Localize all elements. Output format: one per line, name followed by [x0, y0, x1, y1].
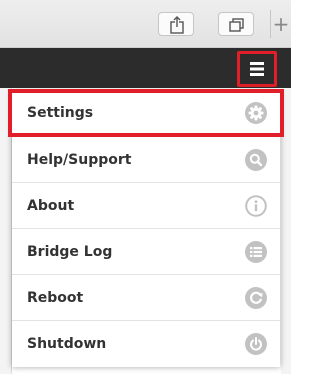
menu-item-label: Settings: [27, 105, 94, 121]
hamburger-menu-icon: [250, 62, 264, 76]
menu-item-shutdown[interactable]: Shutdown: [12, 321, 280, 367]
tabs-icon: [229, 18, 244, 32]
power-icon: [245, 333, 267, 355]
menu-item-settings[interactable]: Settings: [8, 89, 284, 137]
menu-item-help-support[interactable]: Help/Support: [12, 137, 280, 183]
menu-item-label: About: [27, 198, 75, 214]
dropdown-menu: Settings Help/Support About Bridge Log R…: [8, 89, 284, 367]
tabs-button[interactable]: [218, 12, 254, 36]
menu-item-reboot[interactable]: Reboot: [12, 275, 280, 321]
menu-item-label: Help/Support: [27, 152, 132, 168]
new-tab-button[interactable]: +: [270, 10, 291, 38]
share-button[interactable]: [158, 12, 194, 36]
browser-toolbar: +: [0, 0, 291, 48]
list-icon: [245, 241, 267, 263]
gear-icon: [245, 102, 267, 124]
reboot-icon: [245, 287, 267, 309]
menu-item-label: Reboot: [27, 290, 84, 306]
search-icon: [245, 149, 267, 171]
share-icon: [170, 16, 184, 34]
menu-item-label: Bridge Log: [27, 244, 113, 260]
menu-toggle-button[interactable]: [237, 51, 277, 87]
menu-item-about[interactable]: About: [12, 183, 280, 229]
menu-item-label: Shutdown: [27, 336, 107, 352]
info-icon: [245, 195, 267, 217]
app-screen: + Settings Help/Support About Bridge Log…: [0, 0, 291, 374]
menu-item-bridge-log[interactable]: Bridge Log: [12, 229, 280, 275]
